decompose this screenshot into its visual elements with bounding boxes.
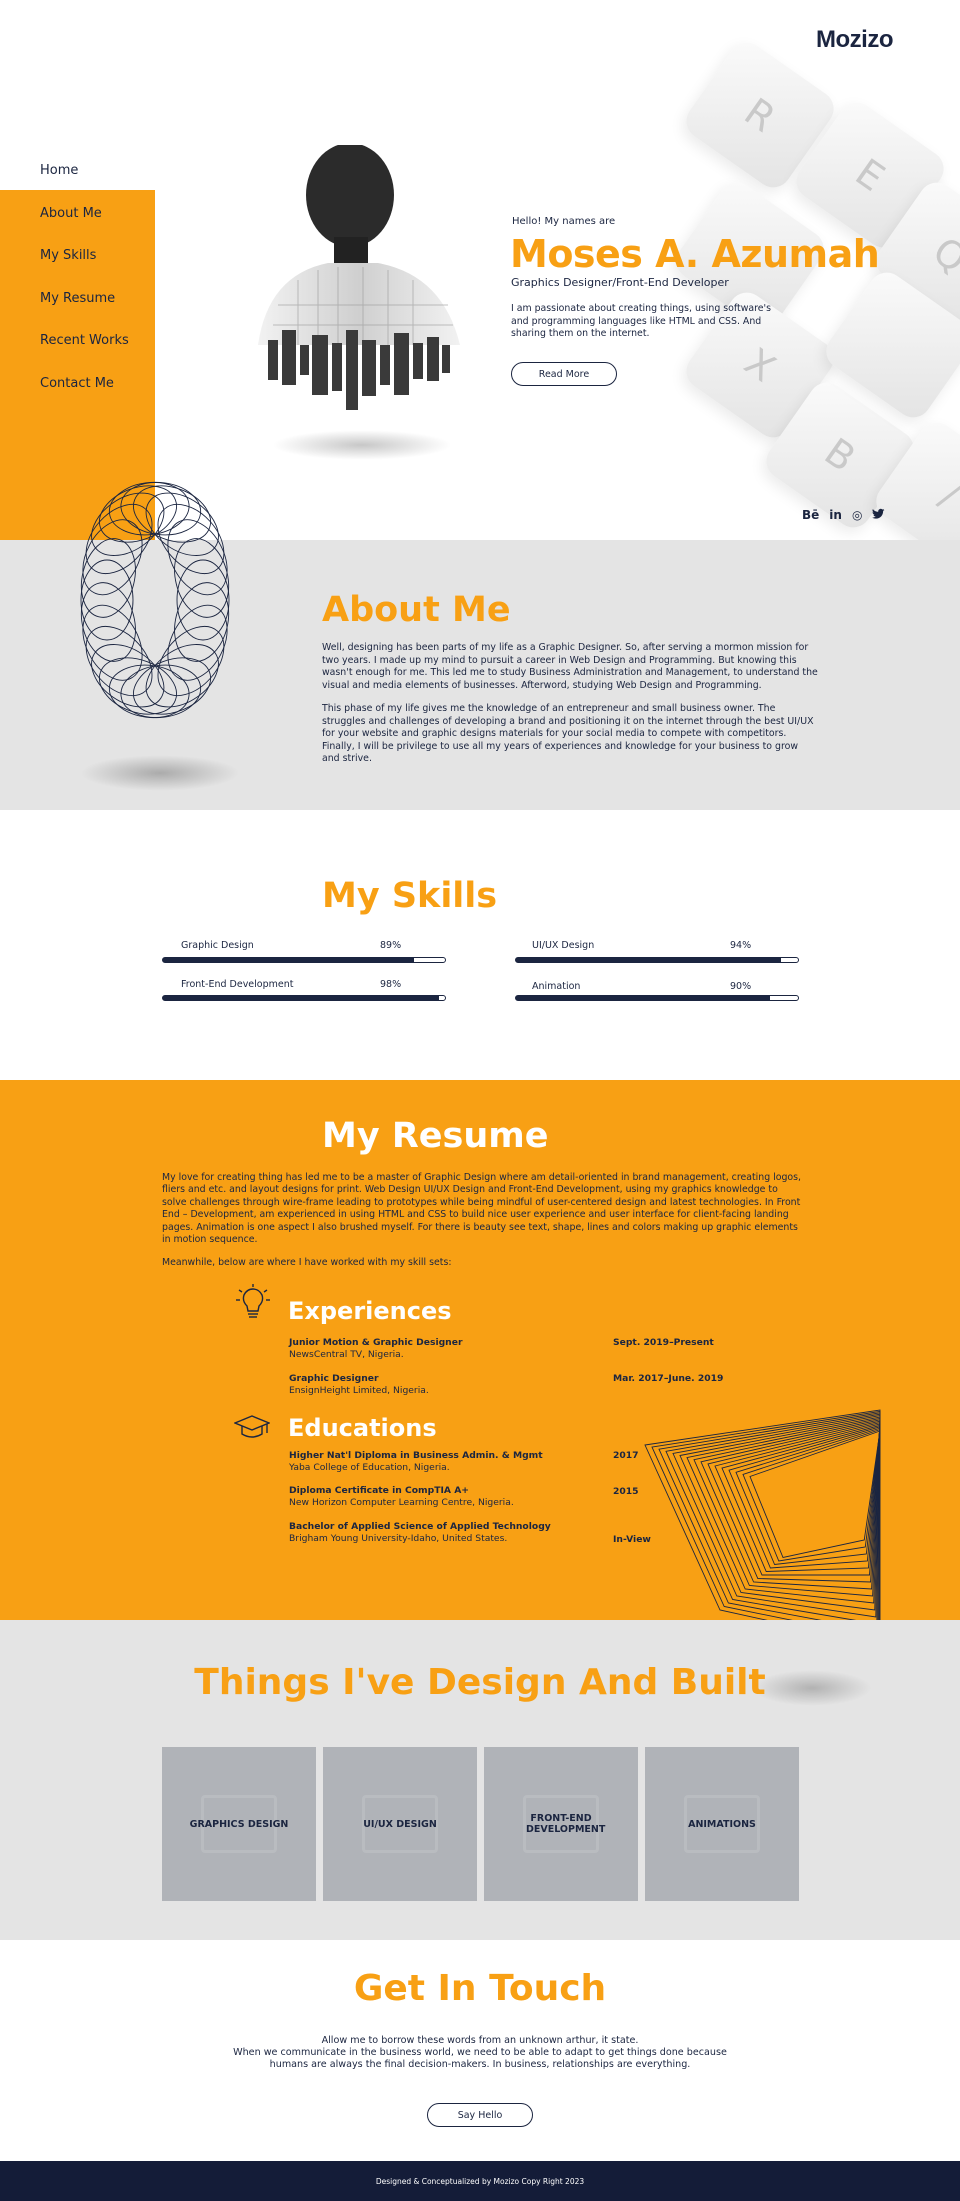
lightbulb-icon <box>236 1284 270 1318</box>
portrait-shadow <box>272 430 452 460</box>
wireframe-pyramid-graphic <box>644 1409 881 1646</box>
skill-bar <box>162 957 446 963</box>
skill-label: Animation <box>532 981 581 992</box>
skill-label: Front-End Development <box>181 979 294 990</box>
experience-item: Junior Motion & Graphic Designer NewsCen… <box>289 1337 463 1361</box>
twitter-icon[interactable] <box>872 508 885 523</box>
work-card-frontend[interactable]: FRONT-END DEVELOPMENT <box>484 1747 638 1901</box>
education-title: Higher Nat'l Diploma in Business Admin. … <box>289 1450 543 1461</box>
education-item: Diploma Certificate in CompTIA A+ New Ho… <box>289 1485 514 1509</box>
graduation-cap-icon <box>234 1415 270 1438</box>
about-paragraph-1: Well, designing has been parts of my lif… <box>322 642 818 691</box>
contact-text-line: humans are always the final decision-mak… <box>269 2059 691 2070</box>
experiences-title: Experiences <box>288 1297 452 1325</box>
resume-paragraph: My love for creating thing has led me to… <box>162 1172 802 1246</box>
education-org: Yaba College of Education, Nigeria. <box>289 1462 450 1473</box>
nav-item-about[interactable]: About Me <box>40 206 102 221</box>
dribbble-icon[interactable]: ◎ <box>852 508 862 523</box>
resume-intro-line: Meanwhile, below are where I have worked… <box>162 1257 452 1268</box>
experience-org: NewsCentral TV, Nigeria. <box>289 1349 404 1360</box>
skill-bar-fill <box>163 958 414 962</box>
work-card-animations[interactable]: ANIMATIONS <box>645 1747 799 1901</box>
skill-label: UI/UX Design <box>532 940 595 951</box>
skill-percent: 90% <box>730 981 752 992</box>
educations-title: Educations <box>288 1414 437 1442</box>
contact-text-line: When we communicate in the business worl… <box>233 2047 727 2058</box>
skill-bar-fill <box>163 996 440 1000</box>
nav-item-home[interactable]: Home <box>40 163 78 178</box>
torus-graphic <box>80 481 230 719</box>
behance-icon[interactable]: Bē <box>802 508 819 523</box>
key-label: B <box>816 429 864 481</box>
key-label: X <box>736 339 784 391</box>
hero-role: Graphics Designer/Front-End Developer <box>511 276 729 289</box>
key-label: / <box>932 473 960 517</box>
skill-bar <box>515 957 799 963</box>
nav-item-skills[interactable]: My Skills <box>40 248 96 263</box>
key-label: R <box>736 89 784 141</box>
work-card-label: FRONT-END DEVELOPMENT <box>526 1813 606 1835</box>
education-org: Brigham Young University-Idaho, United S… <box>289 1533 508 1544</box>
experience-org: EnsignHeight Limited, Nigeria. <box>289 1385 429 1396</box>
key-label: Q <box>925 228 960 282</box>
work-card-label: ANIMATIONS <box>688 1818 756 1830</box>
about-paragraph-2: This phase of my life gives me the knowl… <box>322 703 814 765</box>
education-item: Bachelor of Applied Science of Applied T… <box>289 1521 551 1545</box>
experience-title: Junior Motion & Graphic Designer <box>289 1337 463 1348</box>
skill-bar <box>162 995 446 1001</box>
skill-bar-fill <box>516 996 770 1000</box>
nav-item-works[interactable]: Recent Works <box>40 333 129 348</box>
linkedin-icon[interactable]: in <box>829 508 842 523</box>
hero-intro: I am passionate about creating things, u… <box>511 303 771 340</box>
skill-percent: 94% <box>730 940 752 951</box>
profile-photo <box>258 145 460 410</box>
nav-item-resume[interactable]: My Resume <box>40 291 115 306</box>
footer-text: Designed & Conceptualized by Mozizo Copy… <box>375 2176 585 2186</box>
social-links: Bē in ◎ <box>802 508 885 523</box>
experience-title: Graphic Designer <box>289 1373 379 1384</box>
experience-date: Mar. 2017–June. 2019 <box>613 1373 724 1384</box>
education-date: 2015 <box>613 1486 639 1497</box>
key-label: E <box>847 150 893 200</box>
work-card-label: UI/UX DESIGN <box>363 1818 437 1830</box>
say-hello-button[interactable]: Say Hello <box>427 2103 533 2127</box>
works-title: Things I've Design And Built <box>194 1662 766 1703</box>
education-title: Diploma Certificate in CompTIA A+ <box>289 1485 470 1496</box>
contact-text-line: Allow me to borrow these words from an u… <box>321 2035 639 2046</box>
experience-date: Sept. 2019–Present <box>613 1337 714 1348</box>
torus-shadow <box>80 755 240 791</box>
resume-title: My Resume <box>322 1116 549 1156</box>
nav-item-contact[interactable]: Contact Me <box>40 376 114 391</box>
experience-item: Graphic Designer EnsignHeight Limited, N… <box>289 1373 429 1397</box>
hero-name: Moses A. Azumah <box>510 232 880 276</box>
education-item: Higher Nat'l Diploma in Business Admin. … <box>289 1450 543 1474</box>
work-card-graphics[interactable]: GRAPHICS DESIGN <box>162 1747 316 1901</box>
education-title: Bachelor of Applied Science of Applied T… <box>289 1521 551 1532</box>
skills-title: My Skills <box>322 876 498 916</box>
read-more-button[interactable]: Read More <box>511 362 617 386</box>
work-card-label: GRAPHICS DESIGN <box>189 1818 289 1830</box>
skill-label: Graphic Design <box>181 940 254 951</box>
about-title: About Me <box>322 590 511 630</box>
work-card-uiux[interactable]: UI/UX DESIGN <box>323 1747 477 1901</box>
hero-greeting: Hello! My names are <box>512 216 616 227</box>
skill-percent: 89% <box>380 940 402 951</box>
education-org: New Horizon Computer Learning Centre, Ni… <box>289 1497 514 1508</box>
skill-bar <box>515 995 799 1001</box>
skill-percent: 98% <box>380 979 402 990</box>
education-date: 2017 <box>613 1450 639 1461</box>
skill-bar-fill <box>516 958 782 962</box>
logo[interactable]: Mozizo <box>816 26 893 54</box>
contact-title: Get In Touch <box>353 1968 607 2009</box>
footer: Designed & Conceptualized by Mozizo Copy… <box>0 2161 960 2201</box>
